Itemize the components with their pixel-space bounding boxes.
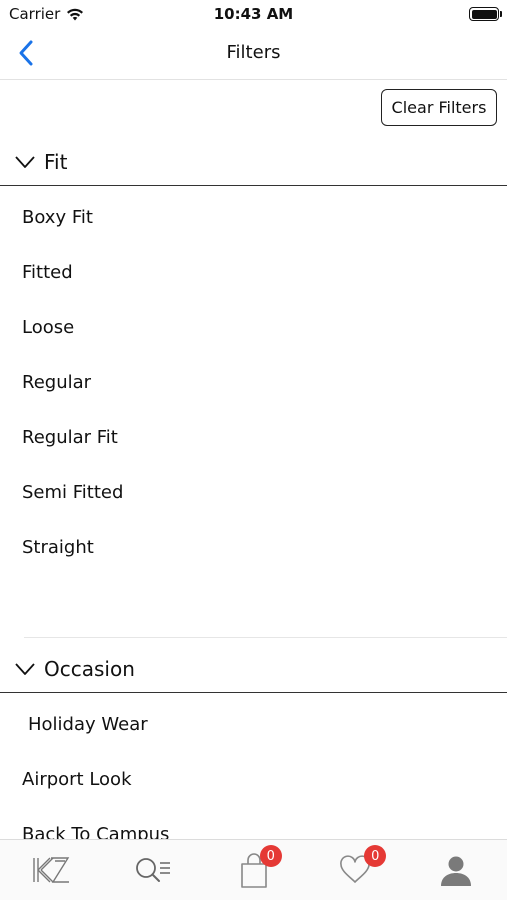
chevron-down-icon — [15, 155, 35, 168]
section-title-fit: Fit — [44, 149, 68, 174]
section-header-fit[interactable]: Fit — [0, 138, 507, 186]
filter-option[interactable]: Regular — [22, 372, 91, 393]
tab-wishlist[interactable]: 0 — [304, 840, 405, 900]
section-header-occasion[interactable]: Occasion — [0, 645, 507, 693]
page-title: Filters — [226, 42, 281, 63]
tab-profile[interactable] — [406, 840, 507, 900]
filter-option[interactable]: Loose — [22, 317, 74, 338]
search-menu-icon — [136, 858, 171, 882]
tab-bar: 0 0 — [0, 839, 507, 900]
filter-option[interactable]: Straight — [22, 537, 94, 558]
filter-option[interactable]: Back To Campus — [22, 824, 169, 839]
filter-option[interactable]: Airport Look — [22, 769, 132, 790]
filter-option[interactable]: Semi Fitted — [22, 482, 123, 503]
bag-count-badge: 0 — [259, 845, 282, 867]
filter-option[interactable]: Regular Fit — [22, 427, 118, 448]
chevron-down-icon — [15, 662, 35, 675]
filter-option[interactable]: Boxy Fit — [22, 207, 93, 228]
brand-logo-icon — [33, 857, 69, 883]
tab-search[interactable] — [101, 840, 202, 900]
status-time: 10:43 AM — [213, 5, 294, 23]
filters-content[interactable]: Clear Filters Fit Boxy Fit Fitted Loose … — [0, 81, 507, 839]
status-bar: Carrier 10:43 AM — [0, 0, 507, 28]
user-icon — [441, 856, 472, 886]
clear-filters-button[interactable]: Clear Filters — [381, 89, 497, 126]
navigation-bar: Filters — [0, 28, 507, 80]
tab-home[interactable] — [0, 840, 101, 900]
tab-bag[interactable]: 0 — [203, 840, 304, 900]
filter-option[interactable]: Holiday Wear — [28, 714, 148, 735]
battery-icon — [469, 7, 502, 21]
filter-option[interactable]: Fitted — [22, 262, 73, 283]
section-divider — [24, 637, 507, 638]
wishlist-count-badge: 0 — [364, 845, 387, 867]
section-title-occasion: Occasion — [44, 656, 135, 681]
